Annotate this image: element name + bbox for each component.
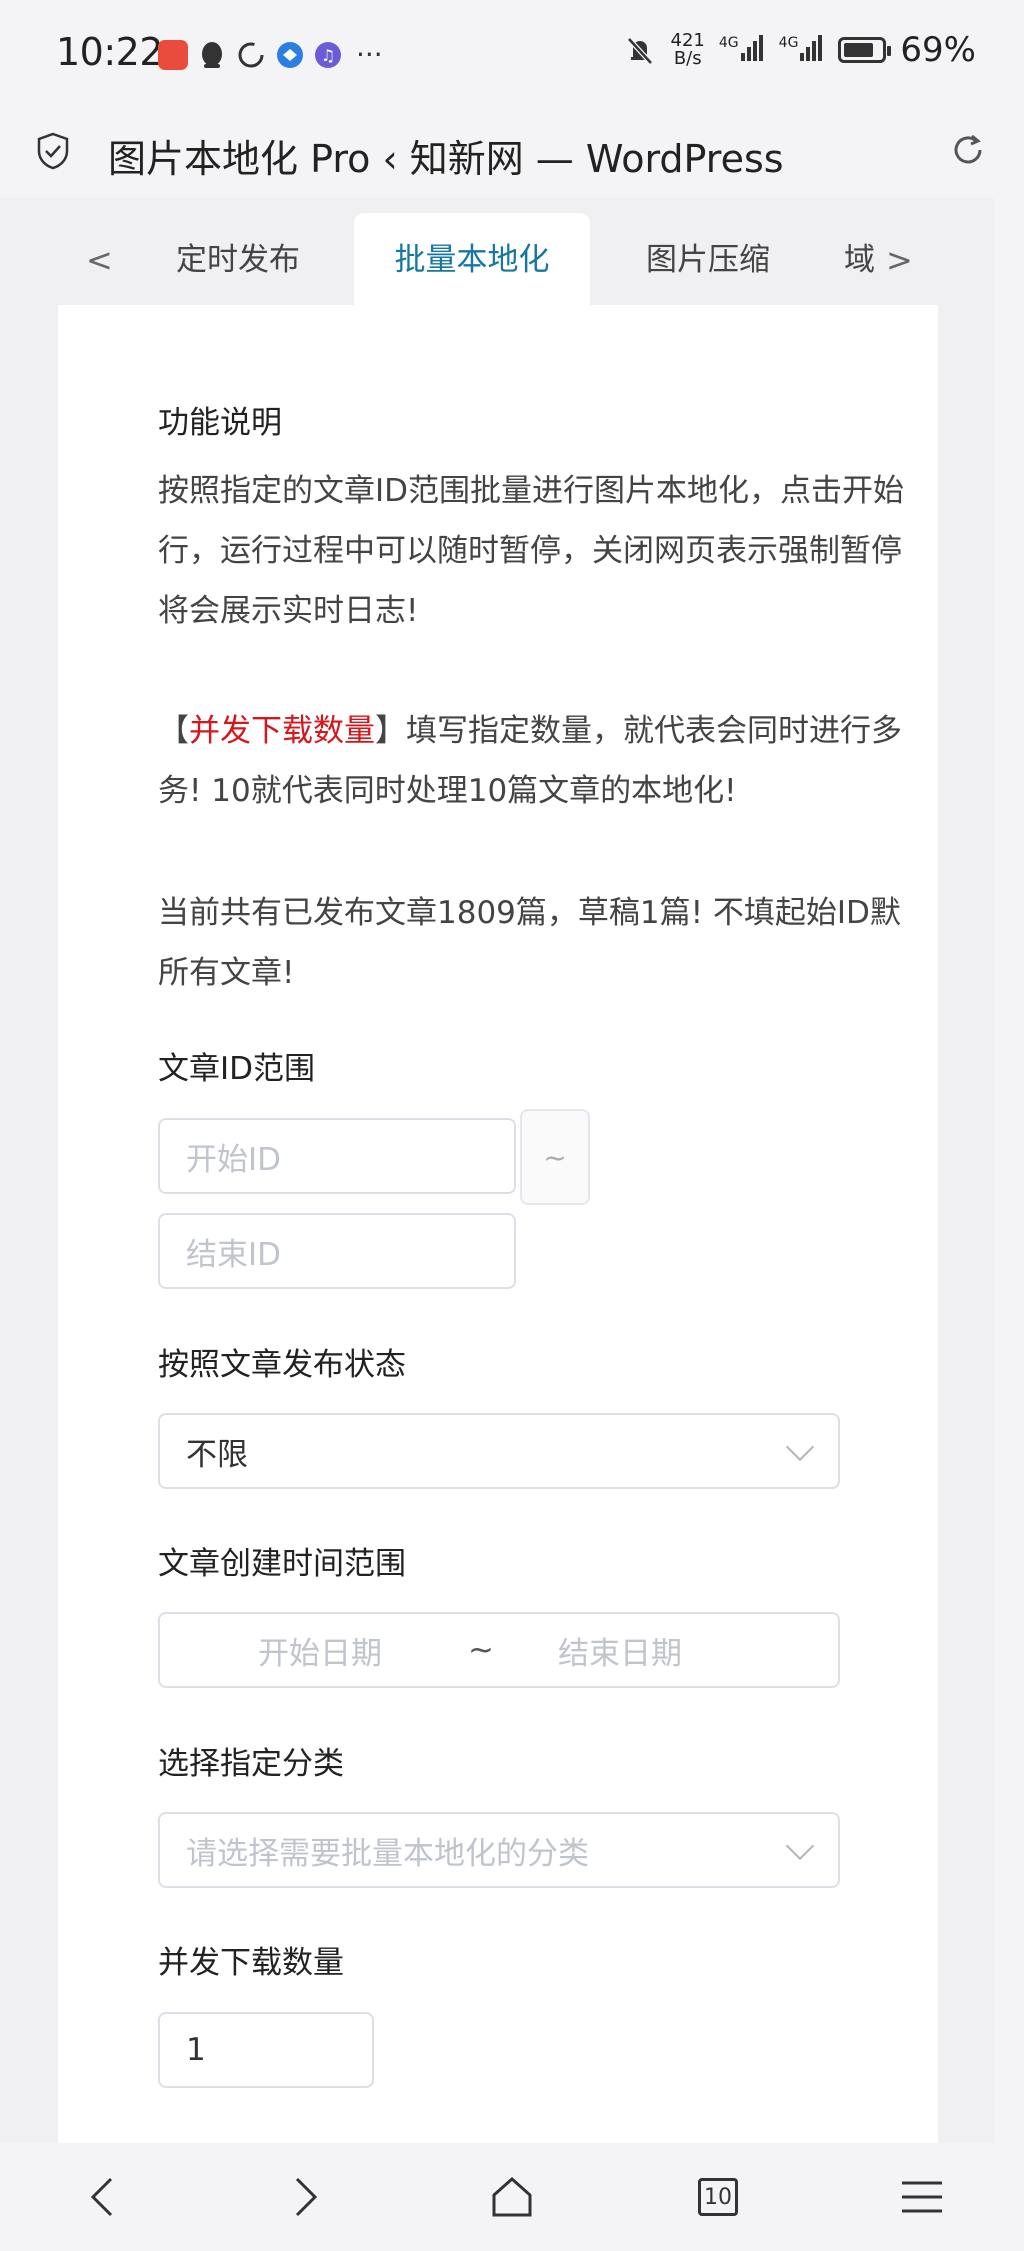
date-range-picker[interactable]: 开始日期 ~ 结束日期 <box>158 1612 840 1688</box>
description-line-2: 行，运行过程中可以随时暂停，关闭网页表示强制暂停 <box>158 533 902 569</box>
settings-card: 功能说明 按照指定的文章ID范围批量进行图片本地化，点击开始 行，运行过程中可以… <box>58 305 938 2143</box>
status-right-icons: 421 B/s 4G 4G 69% <box>623 30 976 70</box>
reload-icon[interactable] <box>948 130 988 170</box>
battery-icon <box>838 37 892 63</box>
concurrency-label: 并发下载数量 <box>158 1945 344 1981</box>
battery-percent: 69% <box>900 30 976 70</box>
description-line-3: 将会展示实时日志! <box>158 593 419 629</box>
signal-1: 4G <box>719 35 765 65</box>
end-id-input[interactable]: 结束ID <box>158 1213 516 1289</box>
description-line-1: 按照指定的文章ID范围批量进行图片本地化，点击开始 <box>158 473 905 509</box>
concurrency-highlight: 并发下载数量 <box>189 713 375 749</box>
signal-bars-icon <box>740 35 765 65</box>
tabs-button[interactable]: 10 <box>688 2167 748 2227</box>
stats-line-2: 所有文章! <box>158 955 295 991</box>
date-range-separator: ~ <box>468 1632 494 1668</box>
mute-bell-icon <box>626 37 653 65</box>
forward-icon <box>295 2177 318 2217</box>
tab-image-compress[interactable]: 图片压缩 <box>618 213 798 307</box>
back-icon <box>90 2177 113 2217</box>
concurrency-input[interactable]: 1 <box>158 2012 374 2088</box>
status-time: 10:22 <box>56 30 164 74</box>
concurrency-note-line-2: 务! 10就代表同时处理10篇文章的本地化! <box>158 773 737 809</box>
music-app-icon: ♫ <box>315 41 341 68</box>
signal-2: 4G <box>779 35 825 65</box>
home-icon <box>492 2176 532 2217</box>
more-notifications: ··· <box>356 38 383 71</box>
tab-scroll-right[interactable]: > <box>886 213 913 307</box>
tab-domain[interactable]: 域 <box>844 213 874 307</box>
stats-line-1: 当前共有已发布文章1809篇，草稿1篇! 不填起始ID默 <box>158 895 901 931</box>
post-status-label: 按照文章发布状态 <box>158 1347 406 1383</box>
app-notification-icon <box>158 39 188 70</box>
tabs-icon: 10 <box>698 2178 738 2216</box>
end-date-placeholder: 结束日期 <box>558 1635 682 1672</box>
section-title: 功能说明 <box>158 405 282 441</box>
back-button[interactable] <box>72 2167 132 2227</box>
id-range-label: 文章ID范围 <box>158 1051 316 1087</box>
qq-icon <box>202 41 222 68</box>
category-select[interactable]: 请选择需要批量本地化的分类 <box>158 1812 840 1888</box>
forward-button[interactable] <box>276 2167 336 2227</box>
tab-scroll-left[interactable]: < <box>86 213 113 307</box>
status-bar: 10:22 ♫ ··· 421 B/s 4G 4G 69% <box>0 0 1024 108</box>
concurrency-note-line-1: 【并发下载数量】填写指定数量，就代表会同时进行多 <box>158 713 902 749</box>
id-range-separator: ~ <box>520 1109 590 1205</box>
menu-button[interactable] <box>892 2167 952 2227</box>
status-app-icons: ♫ ··· <box>158 38 383 71</box>
page-edge <box>994 198 1024 2143</box>
svg-text:♫: ♫ <box>321 46 335 65</box>
net-speed: 421 B/s <box>670 30 705 69</box>
tab-batch-localize[interactable]: 批量本地化 <box>354 213 590 307</box>
loading-circle-icon <box>238 42 264 67</box>
chevron-down-icon <box>785 1831 815 1861</box>
browser-bottom-nav: 10 <box>0 2143 1024 2251</box>
tab-scheduled-publish[interactable]: 定时发布 <box>158 213 318 307</box>
signal-bars-icon <box>800 35 824 65</box>
plugin-tabs: < 定时发布 批量本地化 图片压缩 域 > <box>58 213 938 307</box>
category-label: 选择指定分类 <box>158 1746 344 1782</box>
start-date-placeholder: 开始日期 <box>258 1635 382 1672</box>
page-title: 图片本地化 Pro ‹ 知新网 — WordPress <box>108 137 784 181</box>
post-status-select[interactable]: 不限 <box>158 1413 840 1489</box>
date-range-label: 文章创建时间范围 <box>158 1546 406 1582</box>
start-id-input[interactable]: 开始ID <box>158 1118 516 1194</box>
home-button[interactable] <box>482 2167 542 2227</box>
app-blue-icon <box>277 41 303 68</box>
chevron-down-icon <box>785 1432 815 1462</box>
browser-title-bar: 图片本地化 Pro ‹ 知新网 — WordPress <box>0 108 1024 198</box>
menu-icon <box>902 2181 942 2213</box>
shield-check-icon[interactable] <box>36 132 70 170</box>
